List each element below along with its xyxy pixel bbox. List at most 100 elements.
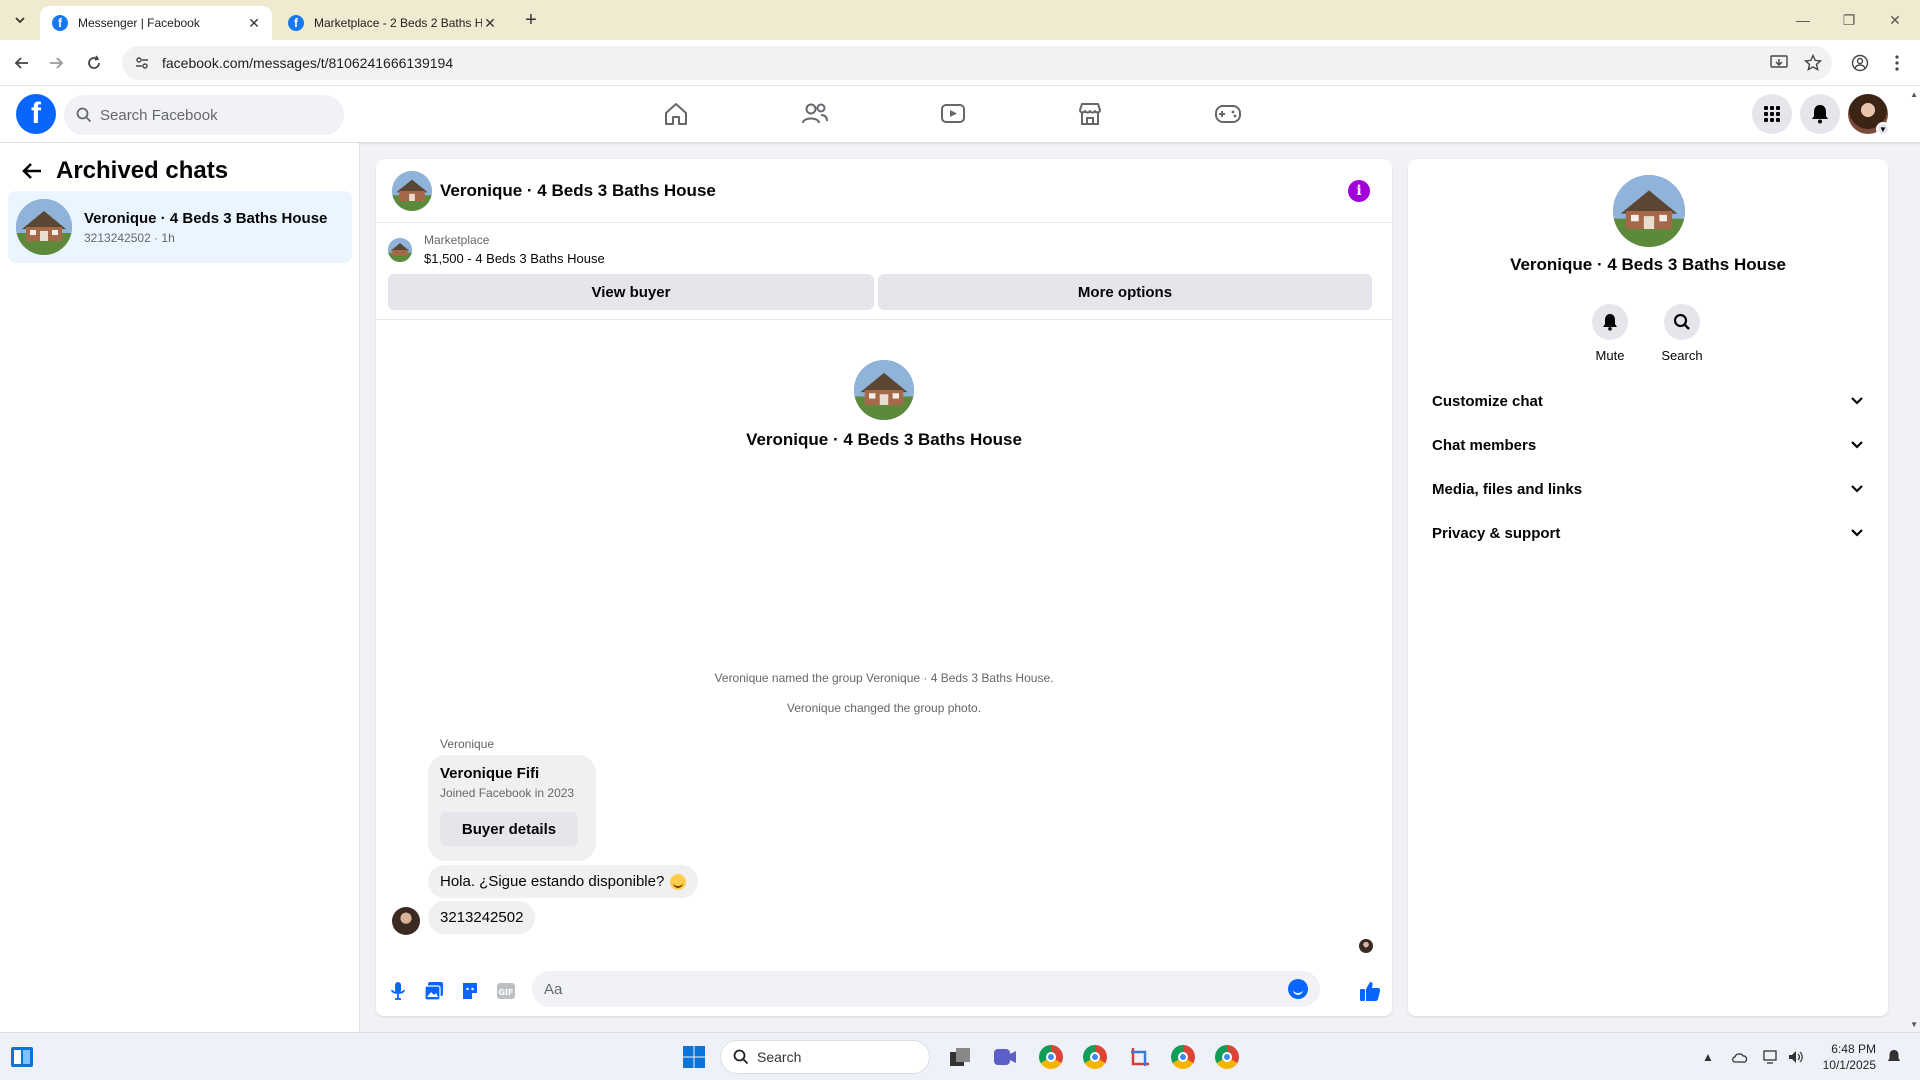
group-photo-avatar[interactable] bbox=[392, 170, 432, 211]
chat-list-item[interactable]: Veronique · 4 Beds 3 Baths House 3213242… bbox=[8, 191, 352, 263]
system-clock[interactable]: 6:48 PM 10/1/2025 bbox=[1816, 1041, 1876, 1073]
search-icon bbox=[733, 1049, 749, 1065]
start-windows-icon[interactable] bbox=[678, 1041, 710, 1073]
marketplace-label: Marketplace bbox=[424, 233, 490, 247]
message-bubble[interactable]: 3213242502 bbox=[428, 901, 536, 934]
facebook-favicon-icon: f bbox=[52, 15, 68, 31]
snipping-tool-icon[interactable] bbox=[1124, 1041, 1156, 1073]
browser-toolbar: facebook.com/messages/t/8106241666139194 bbox=[0, 40, 1920, 86]
widgets-icon[interactable] bbox=[6, 1041, 38, 1073]
section-label: Media, files and links bbox=[1432, 480, 1583, 498]
taskbar-search[interactable] bbox=[720, 1040, 930, 1074]
browser-menu-icon[interactable] bbox=[1886, 52, 1908, 74]
notification-center-icon[interactable] bbox=[1884, 1047, 1904, 1067]
chats-sidebar: Archived chats Veronique · 4 Beds 3 Bath… bbox=[0, 143, 360, 1032]
friends-icon[interactable] bbox=[795, 94, 835, 134]
info-icon[interactable]: i bbox=[1348, 180, 1370, 202]
taskbar-search-input[interactable] bbox=[757, 1049, 857, 1065]
browser-tab-bar: f Messenger | Facebook ✕ f Marketplace -… bbox=[0, 0, 1920, 40]
chrome-profile-1-icon[interactable] bbox=[1035, 1041, 1067, 1073]
chrome-icon[interactable] bbox=[1079, 1041, 1111, 1073]
forward-arrow-icon[interactable] bbox=[44, 51, 68, 75]
section-customize-chat[interactable]: Customize chat bbox=[1424, 379, 1872, 423]
intro-name: Veronique · 4 Beds 3 Baths House bbox=[746, 430, 1022, 449]
back-arrow-icon[interactable] bbox=[10, 51, 34, 75]
chat-name: Veronique · 4 Beds 3 Baths House bbox=[84, 209, 328, 227]
sticker-icon[interactable] bbox=[458, 979, 482, 1003]
message-bubble[interactable]: Hola. ¿Sigue estando disponible? bbox=[428, 865, 699, 898]
more-options-button[interactable]: More options bbox=[878, 274, 1372, 310]
chrome-profile-2-icon[interactable] bbox=[1167, 1041, 1199, 1073]
close-tab-icon[interactable]: ✕ bbox=[246, 15, 262, 31]
section-privacy-support[interactable]: Privacy & support bbox=[1424, 511, 1872, 555]
restore-button[interactable]: ❐ bbox=[1826, 0, 1872, 40]
divider bbox=[376, 319, 1392, 320]
conversation-intro: Veronique · 4 Beds 3 Baths House bbox=[376, 360, 1392, 450]
onedrive-cloud-icon[interactable] bbox=[1730, 1047, 1750, 1067]
smile-emoji-icon bbox=[670, 873, 687, 890]
gif-icon[interactable]: GIF bbox=[494, 979, 518, 1003]
minimize-button[interactable]: — bbox=[1780, 0, 1826, 40]
teams-icon[interactable] bbox=[989, 1041, 1021, 1073]
site-info-icon[interactable] bbox=[134, 55, 150, 71]
marketplace-icon[interactable] bbox=[1070, 94, 1110, 134]
notifications-icon[interactable] bbox=[1800, 94, 1840, 134]
photo-icon[interactable] bbox=[422, 979, 446, 1003]
address-bar[interactable]: facebook.com/messages/t/8106241666139194 bbox=[122, 46, 1832, 80]
browser-profile-icon[interactable] bbox=[1849, 52, 1871, 74]
buyer-name: Veronique Fifi bbox=[440, 765, 540, 782]
microphone-icon[interactable] bbox=[386, 979, 410, 1003]
reload-icon[interactable] bbox=[82, 51, 106, 75]
tab-marketplace[interactable]: f Marketplace - 2 Beds 2 Baths H ✕ bbox=[276, 6, 508, 40]
section-media-files-links[interactable]: Media, files and links bbox=[1424, 467, 1872, 511]
scroll-up-arrow-icon[interactable]: ▲ bbox=[1910, 90, 1918, 99]
tab-search-chevron-icon[interactable] bbox=[8, 8, 32, 32]
conversation-title[interactable]: Veronique · 4 Beds 3 Baths House bbox=[440, 181, 716, 201]
search-action[interactable]: Search bbox=[1652, 304, 1712, 363]
scroll-down-arrow-icon[interactable]: ▼ bbox=[1910, 1020, 1918, 1029]
tab-messenger[interactable]: f Messenger | Facebook ✕ bbox=[40, 6, 272, 40]
install-app-icon[interactable] bbox=[1768, 52, 1790, 74]
system-message: Veronique changed the group photo. bbox=[786, 701, 982, 715]
message-input-field[interactable] bbox=[532, 971, 1320, 1007]
gaming-icon[interactable] bbox=[1208, 94, 1248, 134]
new-tab-button[interactable]: + bbox=[520, 9, 542, 31]
search-input[interactable] bbox=[100, 106, 320, 124]
menu-grid-icon[interactable] bbox=[1752, 94, 1792, 134]
bell-icon[interactable] bbox=[1592, 304, 1628, 340]
bookmark-star-icon[interactable] bbox=[1802, 52, 1824, 74]
account-chevron-down-icon[interactable]: ▼ bbox=[1876, 122, 1890, 136]
message-composer: GIF bbox=[376, 967, 1392, 1015]
sender-avatar[interactable] bbox=[392, 907, 420, 935]
close-tab-icon[interactable]: ✕ bbox=[482, 15, 498, 31]
mute-action[interactable]: Mute bbox=[1580, 304, 1640, 363]
emoji-icon[interactable] bbox=[1288, 979, 1308, 999]
network-icon[interactable] bbox=[1762, 1047, 1782, 1067]
view-buyer-button[interactable]: View buyer bbox=[388, 274, 874, 310]
show-hidden-icons-chevron-up-icon[interactable]: ▲ bbox=[1698, 1047, 1718, 1067]
volume-icon[interactable] bbox=[1786, 1047, 1806, 1067]
buyer-details-button[interactable]: Buyer details bbox=[440, 812, 578, 846]
facebook-favicon-icon: f bbox=[288, 15, 304, 31]
search-icon[interactable] bbox=[1664, 304, 1700, 340]
close-window-button[interactable]: ✕ bbox=[1872, 0, 1918, 40]
facebook-logo[interactable]: f bbox=[16, 94, 56, 134]
profile-avatar[interactable]: ▼ bbox=[1848, 94, 1890, 136]
section-chat-members[interactable]: Chat members bbox=[1424, 423, 1872, 467]
windows-taskbar: ▲ 6:48 PM 10/1/2025 bbox=[0, 1032, 1920, 1080]
marketplace-listing[interactable]: Marketplace $1,500 - 4 Beds 3 Baths Hous… bbox=[388, 233, 605, 266]
chrome-profile-3-icon[interactable] bbox=[1211, 1041, 1243, 1073]
system-message: Veronique named the group Veronique · 4 … bbox=[714, 671, 1054, 685]
thumbs-up-icon[interactable] bbox=[1358, 979, 1382, 1003]
group-photo-avatar[interactable] bbox=[854, 360, 914, 420]
group-photo-avatar[interactable] bbox=[1613, 175, 1685, 247]
message-text: Hola. ¿Sigue estando disponible? bbox=[440, 873, 665, 890]
home-icon[interactable] bbox=[656, 94, 696, 134]
message-input[interactable] bbox=[544, 980, 1264, 998]
back-arrow-icon[interactable] bbox=[20, 159, 44, 183]
conversation-header: Veronique · 4 Beds 3 Baths House i bbox=[376, 159, 1392, 223]
chat-details-panel: Veronique · 4 Beds 3 Baths House Mute Se… bbox=[1408, 159, 1888, 1016]
facebook-search[interactable] bbox=[64, 95, 344, 135]
task-view-icon[interactable] bbox=[944, 1041, 976, 1073]
video-icon[interactable] bbox=[933, 94, 973, 134]
